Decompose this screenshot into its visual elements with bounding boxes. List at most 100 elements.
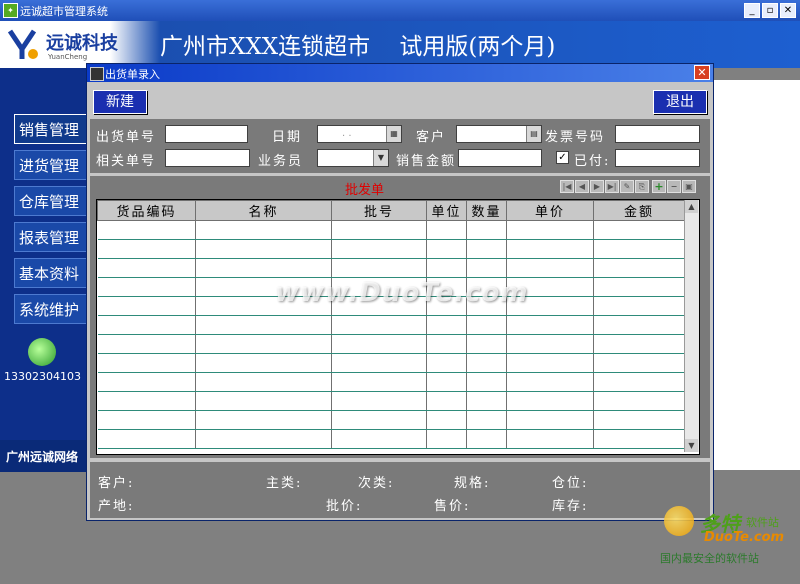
table-cell[interactable] [195, 315, 332, 335]
table-cell[interactable] [331, 410, 427, 430]
table-cell[interactable] [426, 410, 467, 430]
table-cell[interactable] [97, 239, 196, 259]
table-cell[interactable] [97, 391, 196, 411]
last-icon[interactable]: ▶| [605, 180, 619, 193]
table-cell[interactable] [195, 220, 332, 240]
table-cell[interactable] [593, 429, 685, 449]
table-cell[interactable] [97, 220, 196, 240]
date-field[interactable]: . . ▦ [317, 125, 402, 143]
edit-icon[interactable]: ✎ [620, 180, 634, 193]
table-cell[interactable] [195, 429, 332, 449]
col-unit[interactable]: 单位 [426, 200, 467, 221]
table-cell[interactable] [466, 220, 507, 240]
dialog-close-button[interactable]: ✕ [694, 65, 710, 80]
table-cell[interactable] [195, 239, 332, 259]
table-cell[interactable] [331, 334, 427, 354]
new-button[interactable]: 新建 [93, 90, 147, 114]
col-unit-price[interactable]: 单价 [506, 200, 594, 221]
table-row[interactable] [97, 429, 685, 449]
next-icon[interactable]: ▶ [590, 180, 604, 193]
table-cell[interactable] [195, 391, 332, 411]
sidebar-item-sales[interactable]: 销售管理 [14, 114, 94, 144]
table-cell[interactable] [426, 220, 467, 240]
table-cell[interactable] [593, 220, 685, 240]
paid-checkbox[interactable]: ✓ [556, 151, 569, 164]
table-cell[interactable] [195, 353, 332, 373]
items-grid[interactable]: 货品编码 名称 批号 单位 数量 单价 金额 ▲ ▼ [96, 199, 700, 455]
table-cell[interactable] [97, 429, 196, 449]
col-amount[interactable]: 金额 [593, 200, 685, 221]
table-cell[interactable] [97, 258, 196, 278]
table-cell[interactable] [97, 410, 196, 430]
table-cell[interactable] [593, 391, 685, 411]
scroll-up-icon[interactable]: ▲ [685, 200, 698, 213]
table-row[interactable] [97, 372, 685, 392]
table-row[interactable] [97, 239, 685, 259]
add-icon[interactable]: + [652, 180, 666, 193]
table-row[interactable] [97, 410, 685, 430]
save-icon[interactable]: ▣ [682, 180, 696, 193]
table-cell[interactable] [593, 239, 685, 259]
table-cell[interactable] [506, 220, 594, 240]
table-cell[interactable] [331, 353, 427, 373]
table-row[interactable] [97, 334, 685, 354]
table-cell[interactable] [466, 353, 507, 373]
table-cell[interactable] [506, 334, 594, 354]
minimize-button[interactable]: _ [744, 3, 760, 18]
table-cell[interactable] [506, 410, 594, 430]
table-row[interactable] [97, 258, 685, 278]
table-cell[interactable] [97, 372, 196, 392]
col-item-code[interactable]: 货品编码 [97, 200, 196, 221]
calendar-icon[interactable]: ▦ [386, 126, 401, 142]
table-cell[interactable] [97, 296, 196, 316]
table-cell[interactable] [195, 258, 332, 278]
table-cell[interactable] [426, 391, 467, 411]
first-icon[interactable]: |◀ [560, 180, 574, 193]
grid-scrollbar[interactable]: ▲ ▼ [684, 200, 699, 452]
exit-button[interactable]: 退出 [653, 90, 707, 114]
table-cell[interactable] [426, 372, 467, 392]
close-button[interactable]: ✕ [780, 3, 796, 18]
sales-amount-field[interactable] [458, 149, 542, 167]
table-cell[interactable] [331, 220, 427, 240]
invoice-no-field[interactable] [615, 125, 700, 143]
table-cell[interactable] [593, 334, 685, 354]
col-batch-no[interactable]: 批号 [331, 200, 427, 221]
table-cell[interactable] [331, 258, 427, 278]
table-cell[interactable] [466, 334, 507, 354]
sidebar-item-system[interactable]: 系统维护 [14, 294, 94, 324]
col-name[interactable]: 名称 [195, 200, 332, 221]
table-cell[interactable] [97, 315, 196, 335]
table-row[interactable] [97, 315, 685, 335]
table-cell[interactable] [331, 239, 427, 259]
table-cell[interactable] [593, 353, 685, 373]
table-cell[interactable] [97, 353, 196, 373]
table-cell[interactable] [195, 410, 332, 430]
table-cell[interactable] [506, 239, 594, 259]
table-cell[interactable] [331, 372, 427, 392]
table-cell[interactable] [331, 429, 427, 449]
table-cell[interactable] [506, 315, 594, 335]
table-cell[interactable] [466, 372, 507, 392]
sidebar-item-warehouse[interactable]: 仓库管理 [14, 186, 94, 216]
table-cell[interactable] [593, 315, 685, 335]
table-cell[interactable] [593, 277, 685, 297]
related-no-field[interactable] [165, 149, 250, 167]
maximize-button[interactable]: ▫ [762, 3, 778, 18]
table-row[interactable] [97, 220, 685, 240]
table-cell[interactable] [195, 334, 332, 354]
table-cell[interactable] [97, 334, 196, 354]
table-cell[interactable] [506, 258, 594, 278]
sidebar-item-basic-data[interactable]: 基本资料 [14, 258, 94, 288]
table-row[interactable] [97, 391, 685, 411]
scroll-down-icon[interactable]: ▼ [685, 439, 698, 452]
customer-field[interactable]: ▤ [456, 125, 542, 143]
table-cell[interactable] [593, 258, 685, 278]
table-cell[interactable] [466, 239, 507, 259]
table-cell[interactable] [426, 239, 467, 259]
table-cell[interactable] [506, 429, 594, 449]
table-cell[interactable] [506, 372, 594, 392]
table-cell[interactable] [506, 353, 594, 373]
copy-icon[interactable]: ⎘ [635, 180, 649, 193]
col-quantity[interactable]: 数量 [466, 200, 507, 221]
